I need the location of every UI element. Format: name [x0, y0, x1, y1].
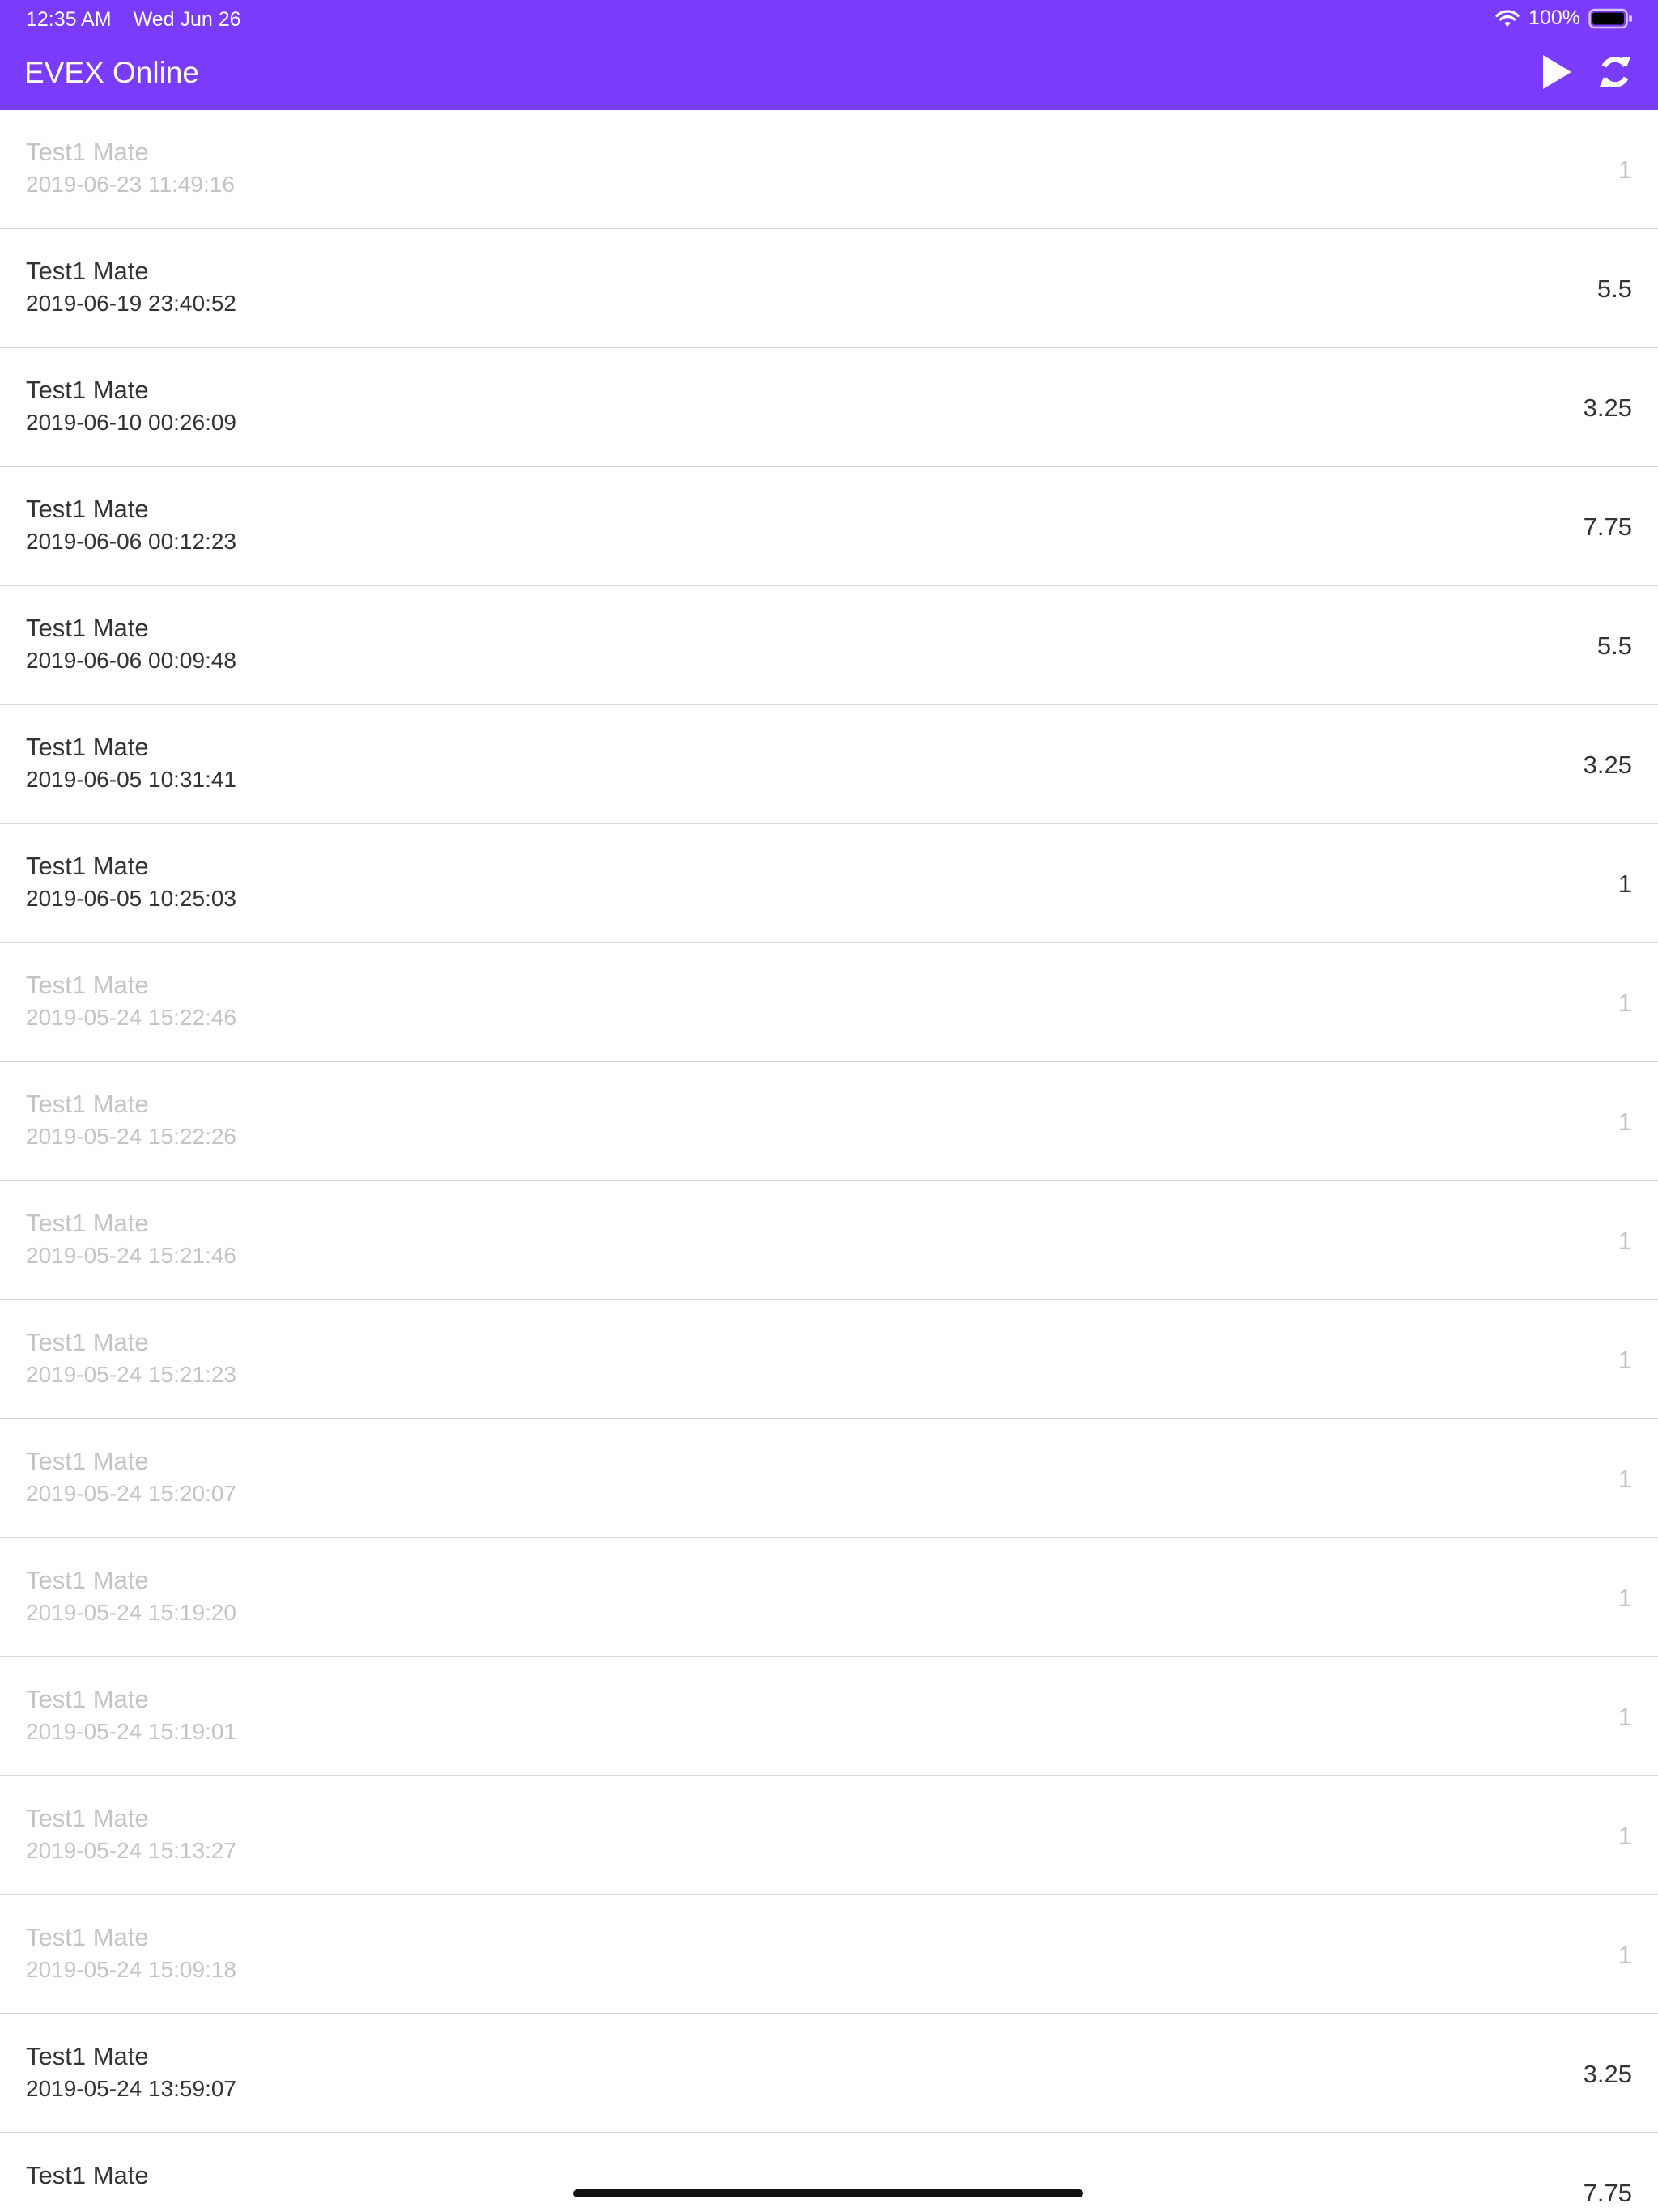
item-value: 7.75	[1583, 513, 1632, 541]
item-value: 1	[1618, 1703, 1632, 1731]
item-name: Test1 Mate	[26, 2042, 149, 2070]
item-name: Test1 Mate	[26, 1566, 149, 1594]
item-value: 1	[1618, 1584, 1632, 1612]
item-timestamp: 2019-05-24 15:21:23	[26, 1362, 236, 1387]
item-name: Test1 Mate	[26, 733, 149, 761]
item-name: Test1 Mate	[26, 614, 149, 642]
list-item[interactable]: Test1 Mate 2019-06-05 10:31:41 3.25	[0, 705, 1658, 824]
item-timestamp: 2019-05-24 15:19:01	[26, 1719, 236, 1744]
item-value: 1	[1618, 1465, 1632, 1493]
item-value: 1	[1618, 1346, 1632, 1374]
item-name: Test1 Mate	[26, 971, 149, 999]
list-item[interactable]: Test1 Mate 2019-06-10 00:26:09 3.25	[0, 348, 1658, 467]
status-bar-left: 12:35 AM Wed Jun 26	[26, 8, 257, 32]
item-timestamp: 2019-05-24 15:09:18	[26, 1957, 236, 1982]
item-name: Test1 Mate	[26, 1328, 149, 1356]
app-screen: 12:35 AM Wed Jun 26 100% EVEX Online Tes…	[0, 0, 1658, 2212]
item-value: 5.5	[1596, 274, 1632, 303]
list-item[interactable]: Test1 Mate 2019-05-24 15:20:07 1	[0, 1419, 1658, 1538]
play-button[interactable]	[1535, 50, 1579, 94]
refresh-button[interactable]	[1593, 50, 1637, 94]
refresh-icon	[1600, 57, 1630, 87]
item-name: Test1 Mate	[26, 1447, 149, 1475]
list-item[interactable]: Test1 Mate 2019-05-24 15:19:01 1	[0, 1657, 1658, 1776]
item-name: Test1 Mate	[26, 257, 149, 285]
list-item[interactable]: Test1 Mate 2019-05-24 15:22:46 1	[0, 943, 1658, 1062]
item-name: Test1 Mate	[26, 852, 149, 880]
item-value: 3.25	[1583, 2060, 1632, 2088]
item-timestamp: 2019-06-06 00:12:23	[26, 529, 236, 554]
item-value: 1	[1618, 989, 1632, 1017]
list-item[interactable]: Test1 Mate 2019-05-24 15:13:27 1	[0, 1776, 1658, 1895]
item-timestamp: 2019-05-24 15:21:46	[26, 1243, 236, 1268]
item-timestamp: 2019-06-06 00:09:48	[26, 648, 236, 673]
item-name: Test1 Mate	[26, 1923, 149, 1951]
item-value: 3.25	[1583, 393, 1632, 422]
item-value: 1	[1618, 1227, 1632, 1255]
item-name: Test1 Mate	[26, 1090, 149, 1118]
list-item[interactable]: Test1 Mate 2019-05-24 15:19:20 1	[0, 1538, 1658, 1657]
item-value: 1	[1618, 1822, 1632, 1850]
list-item[interactable]: Test1 Mate 2019-05-24 15:09:18 1	[0, 1895, 1658, 2014]
item-value: 1	[1618, 1941, 1632, 1969]
item-name: Test1 Mate	[26, 1209, 149, 1237]
item-timestamp: 2019-05-24 15:19:20	[26, 1600, 236, 1625]
item-value: 7.75	[1583, 2179, 1632, 2207]
item-value: 1	[1618, 1108, 1632, 1136]
item-value: 3.25	[1583, 751, 1632, 779]
item-timestamp: 2019-05-24 13:59:07	[26, 2076, 236, 2101]
item-timestamp: 2019-06-23 11:49:16	[26, 172, 235, 197]
battery-percent: 100%	[1528, 6, 1580, 29]
item-timestamp: 2019-05-24 15:13:27	[26, 1838, 236, 1863]
item-name: Test1 Mate	[26, 495, 149, 523]
item-name: Test1 Mate	[26, 1804, 149, 1832]
item-name: Test1 Mate	[26, 376, 149, 404]
list-item[interactable]: Test1 Mate 2019-05-24 15:22:26 1	[0, 1062, 1658, 1181]
battery-icon	[1588, 8, 1632, 28]
item-timestamp: 2019-06-19 23:40:52	[26, 291, 236, 316]
app-title: EVEX Online	[24, 56, 199, 89]
transaction-list: Test1 Mate 2019-06-23 11:49:16 1 Test1 Mate…	[0, 110, 1658, 2212]
item-value: 5.5	[1596, 632, 1632, 660]
play-icon	[1543, 55, 1571, 89]
status-time: 12:35 AM	[26, 8, 112, 31]
list-item[interactable]: Test1 Mate 2019-06-19 23:40:52 5.5	[0, 229, 1658, 348]
wifi-icon	[1495, 9, 1520, 27]
item-name: Test1 Mate	[26, 1685, 149, 1713]
item-timestamp: 2019-06-05 10:31:41	[26, 767, 236, 792]
item-timestamp: 2019-05-24 15:22:46	[26, 1005, 236, 1030]
list-item[interactable]: Test1 Mate 2019-05-24 15:21:23 1	[0, 1300, 1658, 1419]
list-item[interactable]: Test1 Mate 7.75	[0, 2133, 1658, 2212]
list-item[interactable]: Test1 Mate 2019-05-24 15:21:46 1	[0, 1181, 1658, 1300]
item-timestamp: 2019-06-05 10:25:03	[26, 886, 236, 911]
status-bar-right: 100%	[1494, 6, 1634, 30]
list-item[interactable]: Test1 Mate 2019-06-05 10:25:03 1	[0, 824, 1658, 943]
list-item[interactable]: Test1 Mate 2019-06-06 00:12:23 7.75	[0, 467, 1658, 586]
item-name: Test1 Mate	[26, 2161, 149, 2189]
item-timestamp: 2019-05-24 15:22:26	[26, 1124, 236, 1149]
item-value: 1	[1618, 155, 1632, 184]
status-date: Wed Jun 26	[133, 8, 241, 31]
list-item[interactable]: Test1 Mate 2019-06-06 00:09:48 5.5	[0, 586, 1658, 705]
item-timestamp: 2019-06-10 00:26:09	[26, 410, 236, 435]
header-bar: 12:35 AM Wed Jun 26 100% EVEX Online	[0, 0, 1658, 110]
item-value: 1	[1618, 870, 1632, 898]
item-name: Test1 Mate	[26, 138, 149, 166]
home-indicator	[573, 2189, 1083, 2197]
list-item[interactable]: Test1 Mate 2019-06-23 11:49:16 1	[0, 110, 1658, 229]
list-item[interactable]: Test1 Mate 2019-05-24 13:59:07 3.25	[0, 2014, 1658, 2133]
item-timestamp: 2019-05-24 15:20:07	[26, 1481, 236, 1506]
